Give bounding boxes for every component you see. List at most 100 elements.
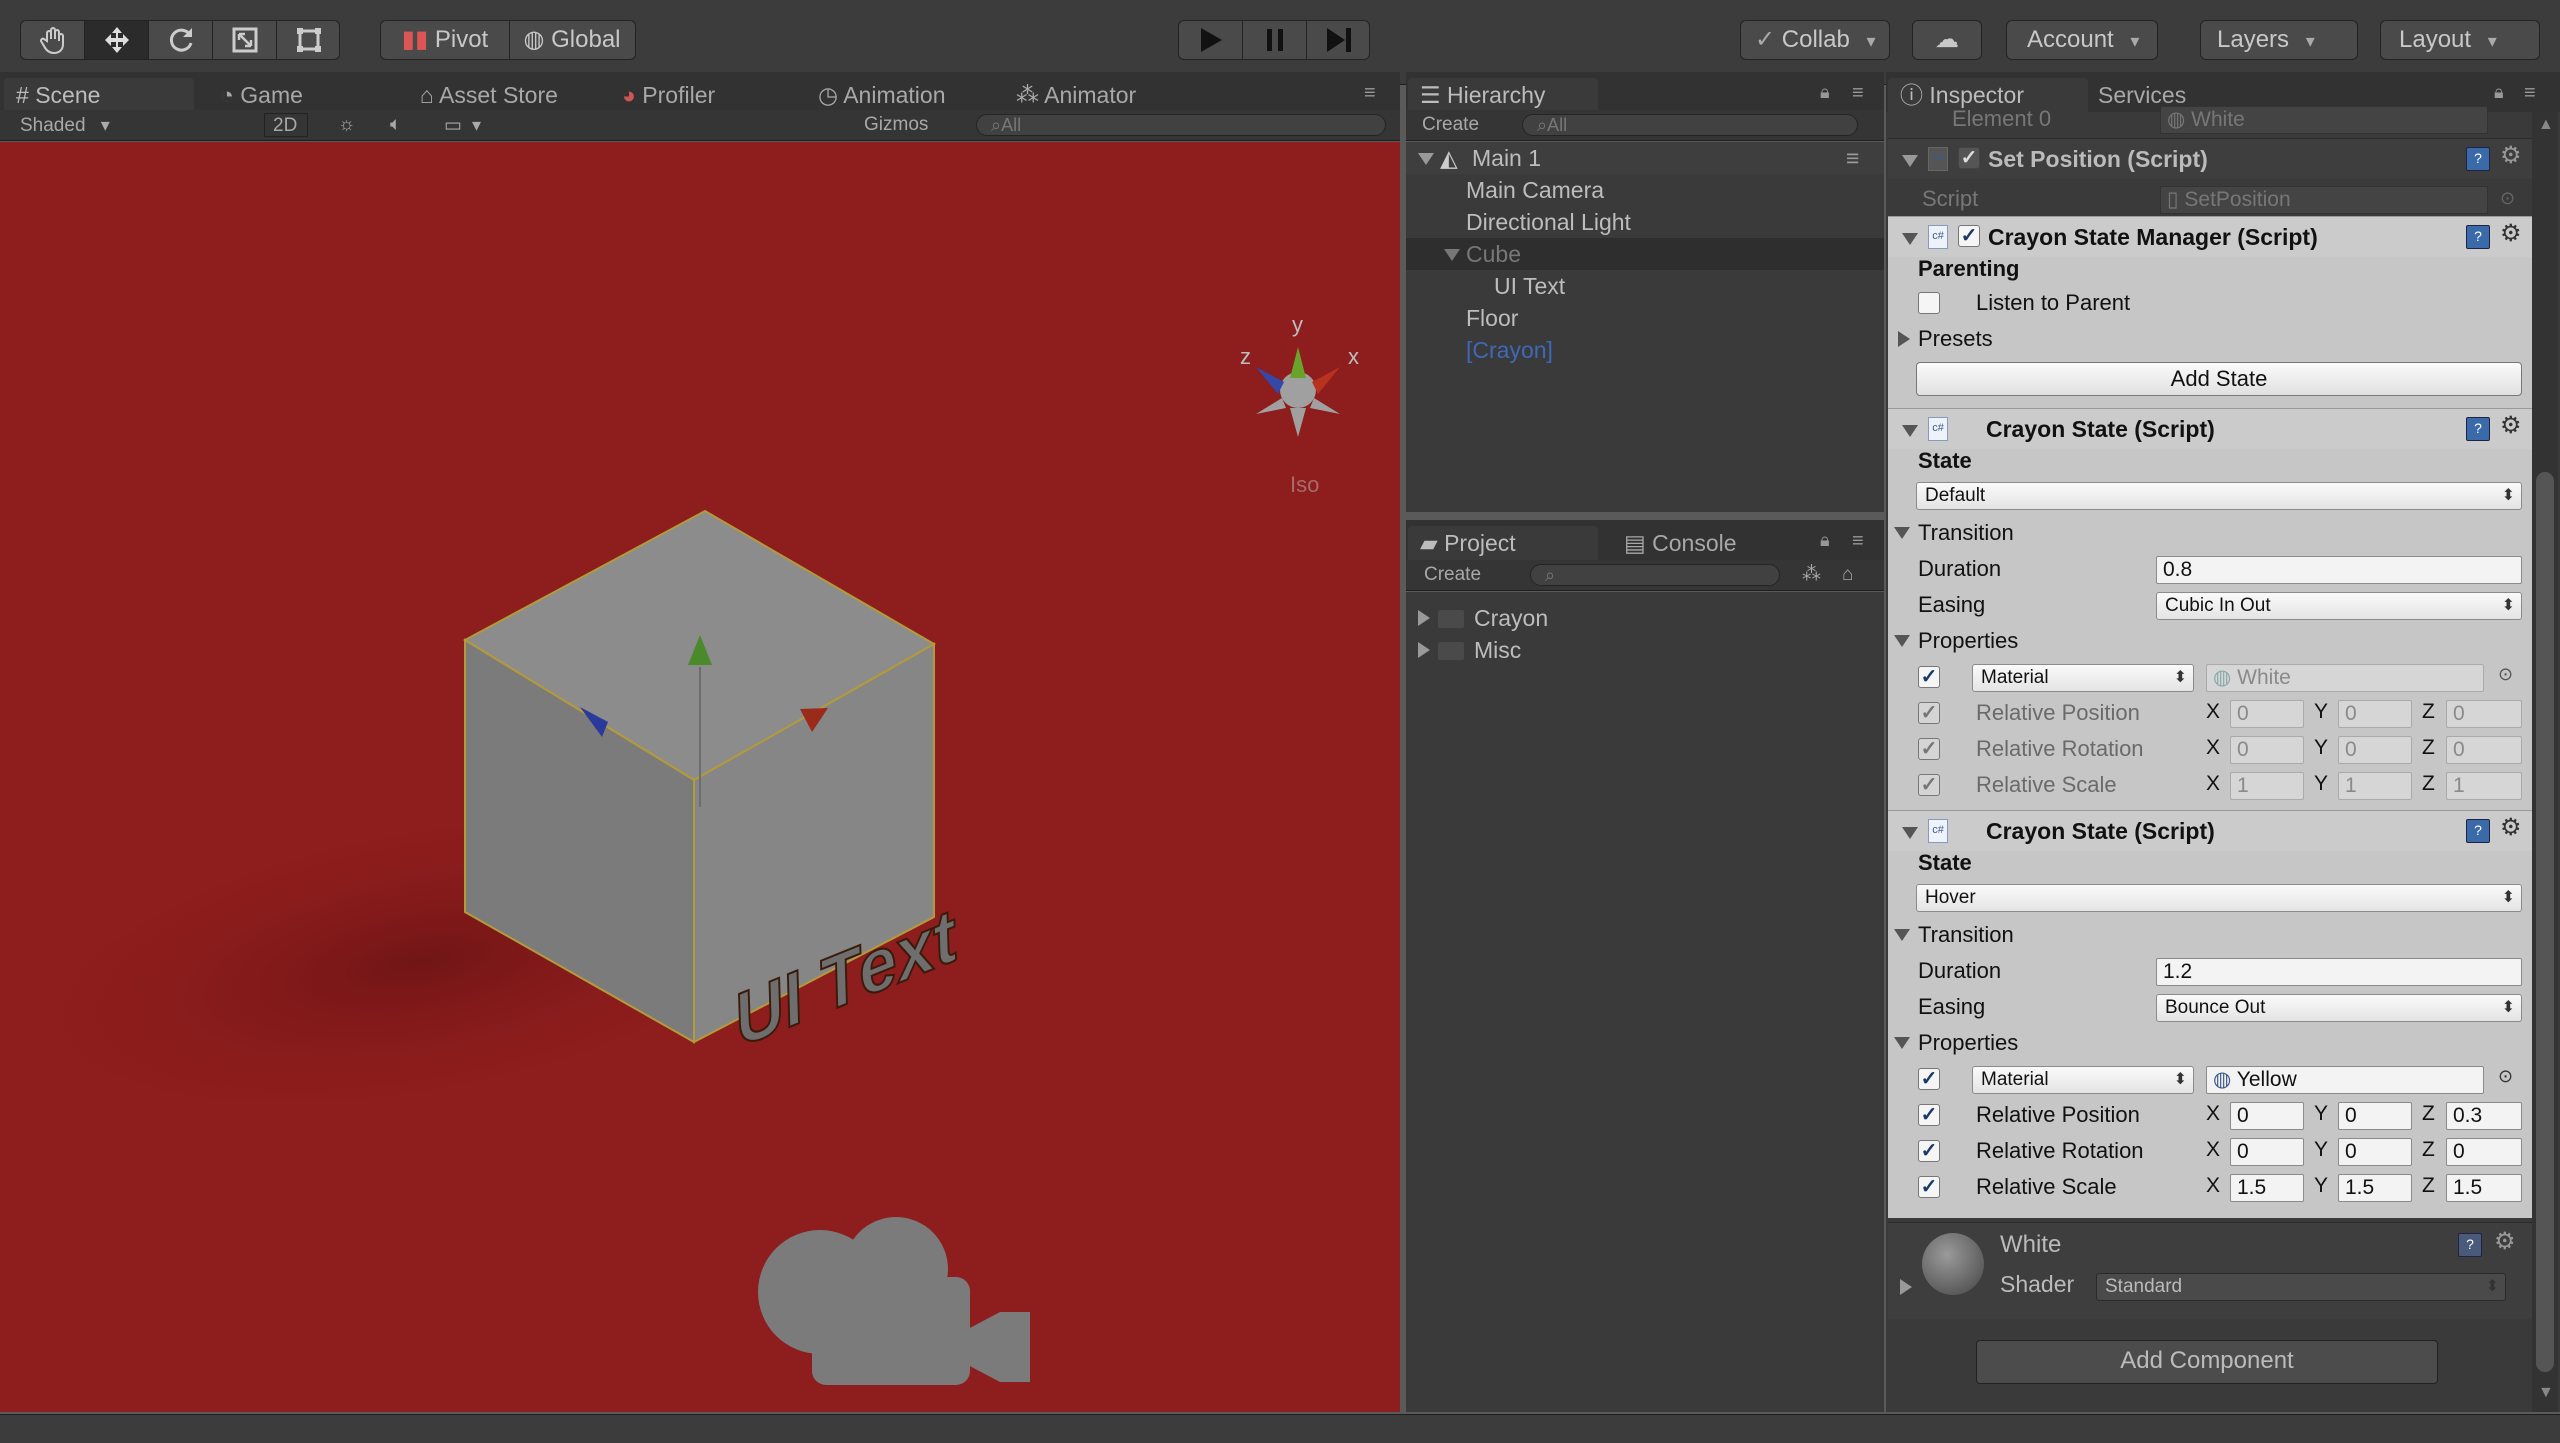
play-button[interactable] xyxy=(1179,21,1243,59)
expand-arrow-icon[interactable] xyxy=(1418,610,1430,626)
panel-menu-icon[interactable]: ≡ xyxy=(1852,530,1864,553)
rot-y-field[interactable]: 0 xyxy=(2338,736,2412,764)
iso-label[interactable]: Iso xyxy=(1290,472,1319,497)
gear-icon[interactable]: ⚙ xyxy=(2500,219,2522,248)
rotate-tool-icon[interactable] xyxy=(149,21,213,59)
help-book-icon[interactable]: ? xyxy=(2458,1233,2482,1257)
rect-tool-icon[interactable] xyxy=(277,21,341,59)
duration-field[interactable]: 1.2 xyxy=(2156,958,2522,986)
help-book-icon[interactable]: ? xyxy=(2466,417,2490,441)
listen-to-parent-checkbox[interactable] xyxy=(1918,292,1940,314)
cloud-button[interactable]: ☁ xyxy=(1912,20,1982,60)
toggle-2d-button[interactable]: 2D xyxy=(264,113,308,137)
scale-z-field[interactable]: 1 xyxy=(2446,772,2522,800)
property-type-select[interactable]: Material xyxy=(1972,664,2194,692)
orientation-gizmo[interactable]: y x z xyxy=(1240,312,1359,437)
hierarchy-item[interactable]: Floor xyxy=(1406,302,1884,334)
lock-icon[interactable]: 🔒︎ xyxy=(2494,82,2504,103)
hierarchy-item[interactable]: Main Camera xyxy=(1406,174,1884,206)
hierarchy-item-selected[interactable]: Cube xyxy=(1406,238,1884,270)
panel-menu-icon[interactable]: ≡ xyxy=(1852,82,1864,105)
hand-tool-icon[interactable] xyxy=(21,21,85,59)
audio-toggle-icon[interactable]: 🔈︎ xyxy=(382,113,409,137)
tab-animation[interactable]: ◷ Animation xyxy=(806,78,996,112)
easing-select[interactable]: Bounce Out xyxy=(2156,994,2522,1022)
crayon-state-header[interactable]: c# Crayon State (Script) ? ⚙ xyxy=(1888,810,2532,851)
scale-tool-icon[interactable] xyxy=(213,21,277,59)
scroll-down-icon[interactable]: ▼ xyxy=(2538,1384,2554,1402)
project-create-dropdown[interactable]: Create xyxy=(1416,563,1504,587)
fold-arrow-icon[interactable] xyxy=(1902,425,1918,437)
lock-icon[interactable]: 🔒︎ xyxy=(1820,530,1830,551)
object-picker-icon[interactable]: ⊙ xyxy=(2500,188,2515,209)
object-picker-icon[interactable]: ⊙ xyxy=(2498,1066,2513,1087)
panel-menu-icon[interactable]: ≡ xyxy=(2524,82,2536,105)
help-book-icon[interactable]: ? xyxy=(2466,819,2490,843)
effects-dropdown-icon[interactable]: ▭ xyxy=(436,113,489,137)
material-fold-icon[interactable] xyxy=(1900,1279,1912,1295)
layers-dropdown[interactable]: Layers xyxy=(2200,20,2358,60)
hierarchy-search-input[interactable]: ⌕All xyxy=(1522,114,1858,136)
tab-console[interactable]: ▤ Console xyxy=(1612,526,1782,560)
transition-fold-icon[interactable] xyxy=(1894,527,1910,539)
rel-rot-checkbox[interactable]: ✓ xyxy=(1918,1140,1940,1162)
expand-arrow-icon[interactable] xyxy=(1444,249,1460,261)
scale-y-field[interactable]: 1 xyxy=(2338,772,2412,800)
fold-arrow-icon[interactable] xyxy=(1902,827,1918,839)
pos-z-field[interactable]: 0 xyxy=(2446,700,2522,728)
expand-arrow-icon[interactable] xyxy=(1418,153,1434,165)
shading-mode-dropdown[interactable]: Shaded xyxy=(12,113,248,137)
inspector-scrollbar[interactable]: ▲ ▼ xyxy=(2532,112,2558,1412)
camera-gizmo-icon[interactable] xyxy=(758,1217,1030,1385)
global-button[interactable]: ◍ Global xyxy=(509,21,635,59)
properties-label[interactable]: Properties xyxy=(1918,624,2018,658)
tab-scene[interactable]: # Scene xyxy=(4,78,194,112)
rot-x-field[interactable]: 0 xyxy=(2230,736,2304,764)
gear-icon[interactable]: ⚙ xyxy=(2500,813,2522,842)
tab-asset-store[interactable]: ⌂ Asset Store xyxy=(408,78,598,112)
rot-y-field[interactable]: 0 xyxy=(2338,1138,2412,1166)
hierarchy-item[interactable]: [Crayon] xyxy=(1406,334,1884,366)
scene-menu-icon[interactable]: ≡ xyxy=(1846,142,1859,174)
tab-animator[interactable]: ⁂ Animator xyxy=(1004,78,1194,112)
move-tool-icon[interactable] xyxy=(85,21,149,59)
lighting-toggle-icon[interactable]: ☼ xyxy=(330,113,363,137)
crayon-state-manager-header[interactable]: c# ✓ Crayon State Manager (Script) ? ⚙ xyxy=(1888,216,2532,257)
project-search-input[interactable]: ⌕ xyxy=(1530,564,1780,586)
step-button[interactable] xyxy=(1307,21,1371,59)
fold-arrow-icon[interactable] xyxy=(1902,155,1918,167)
hierarchy-item[interactable]: Directional Light xyxy=(1406,206,1884,238)
add-state-button[interactable]: Add State xyxy=(1916,362,2522,396)
presets-label[interactable]: Presets xyxy=(1918,322,1993,356)
panel-menu-icon[interactable]: ≡ xyxy=(1364,82,1376,105)
scrollbar-thumb[interactable] xyxy=(2536,472,2554,1372)
help-book-icon[interactable]: ? xyxy=(2466,225,2490,249)
rel-scale-checkbox[interactable]: ✓ xyxy=(1918,1176,1940,1198)
account-dropdown[interactable]: Account xyxy=(2006,20,2158,60)
add-component-button[interactable]: Add Component xyxy=(1976,1340,2438,1384)
rot-x-field[interactable]: 0 xyxy=(2230,1138,2304,1166)
transition-fold-icon[interactable] xyxy=(1894,929,1910,941)
material-field[interactable]: ◍ Yellow xyxy=(2206,1066,2484,1094)
set-position-enabled-checkbox[interactable]: ✓ xyxy=(1958,147,1980,169)
material-enabled-checkbox[interactable]: ✓ xyxy=(1918,666,1940,688)
material-preview[interactable]: White Shader Standard ? ⚙ xyxy=(1888,1222,2532,1319)
scale-y-field[interactable]: 1.5 xyxy=(2338,1174,2412,1202)
scene-search-input[interactable]: ⌕All xyxy=(976,114,1386,136)
project-folder-row[interactable]: Misc xyxy=(1406,634,1884,666)
rel-pos-checkbox[interactable]: ✓ xyxy=(1918,702,1940,724)
hierarchy-create-dropdown[interactable]: Create xyxy=(1414,113,1502,137)
fold-arrow-icon[interactable] xyxy=(1902,233,1918,245)
tab-game[interactable]: ◔ Game xyxy=(208,78,358,112)
material-field[interactable]: ◍ White xyxy=(2206,664,2484,692)
manager-enabled-checkbox[interactable]: ✓ xyxy=(1958,225,1980,247)
pause-button[interactable] xyxy=(1243,21,1307,59)
rot-z-field[interactable]: 0 xyxy=(2446,736,2522,764)
scroll-up-icon[interactable]: ▲ xyxy=(2538,116,2554,134)
project-folder-row[interactable]: Crayon xyxy=(1406,602,1884,634)
state-select[interactable]: Hover xyxy=(1916,884,2522,912)
state-select[interactable]: Default xyxy=(1916,482,2522,510)
gear-icon[interactable]: ⚙ xyxy=(2494,1227,2516,1256)
scale-x-field[interactable]: 1.5 xyxy=(2230,1174,2304,1202)
tab-hierarchy[interactable]: ☰ Hierarchy xyxy=(1408,78,1598,112)
